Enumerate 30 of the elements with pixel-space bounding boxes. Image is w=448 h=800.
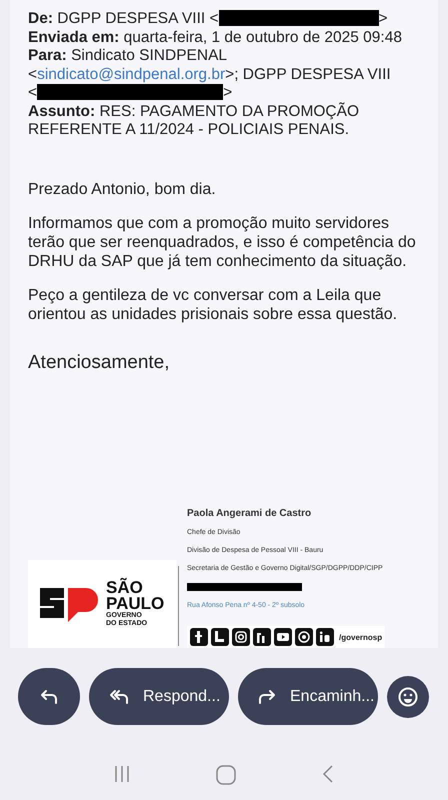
header-label: Para: bbox=[28, 47, 67, 64]
header-label: De: bbox=[28, 10, 53, 27]
header-value: > bbox=[378, 10, 388, 27]
header-value: < bbox=[28, 66, 38, 82]
social-handle: /governosp bbox=[339, 632, 382, 642]
header-value: DGPP DESPESA VIII < bbox=[57, 10, 219, 27]
body-paragraph: Prezado Antonio, bom dia. bbox=[28, 180, 217, 198]
forward-button[interactable]: Encaminh... bbox=[238, 668, 378, 725]
logo-title: SÃO bbox=[106, 580, 144, 596]
reply-icon bbox=[40, 688, 58, 704]
header-value: Sindicato SINDPENAL bbox=[71, 47, 228, 64]
reply-all-icon bbox=[109, 688, 129, 704]
emoji-icon bbox=[398, 686, 418, 706]
recent-apps-icon[interactable] bbox=[112, 765, 131, 783]
email-link[interactable]: sindicato@sindpenal.org.br bbox=[37, 66, 226, 82]
header-value: >; DGPP DESPESA VIII bbox=[225, 66, 391, 82]
reply-all-button[interactable]: Respond... bbox=[89, 668, 229, 725]
signature-name: Paola Angerami de Castro bbox=[187, 508, 312, 519]
home-icon[interactable] bbox=[216, 765, 236, 785]
header-value: < bbox=[28, 84, 38, 101]
header-line: Enviada em: quarta-feira, 1 de outubro de 2025 09:48 bbox=[28, 28, 403, 47]
header-line: Assunto: RES: PAGAMENTO DA PROMOÇÃO REFERENTE A 11/2024 - POLICIAIS PENAIS. bbox=[28, 102, 360, 140]
body-paragraph: Informamos que com a promoção muito servidores terão que ser reenquadrados, e isso é competência do DRHU da SAP que já tem conhecimento da situação. bbox=[28, 214, 417, 270]
logo-title: PAULO bbox=[106, 596, 164, 612]
forward-icon bbox=[258, 688, 276, 704]
header-value: > bbox=[223, 84, 232, 101]
emoji-button[interactable] bbox=[387, 676, 429, 718]
closing-text: Atenciosamente, bbox=[28, 352, 171, 374]
back-icon[interactable] bbox=[321, 765, 336, 783]
body-paragraph: Peço a gentileza de vc conversar com a Leila que orientou as unidades prisionais sobre essa questão. bbox=[28, 286, 398, 324]
